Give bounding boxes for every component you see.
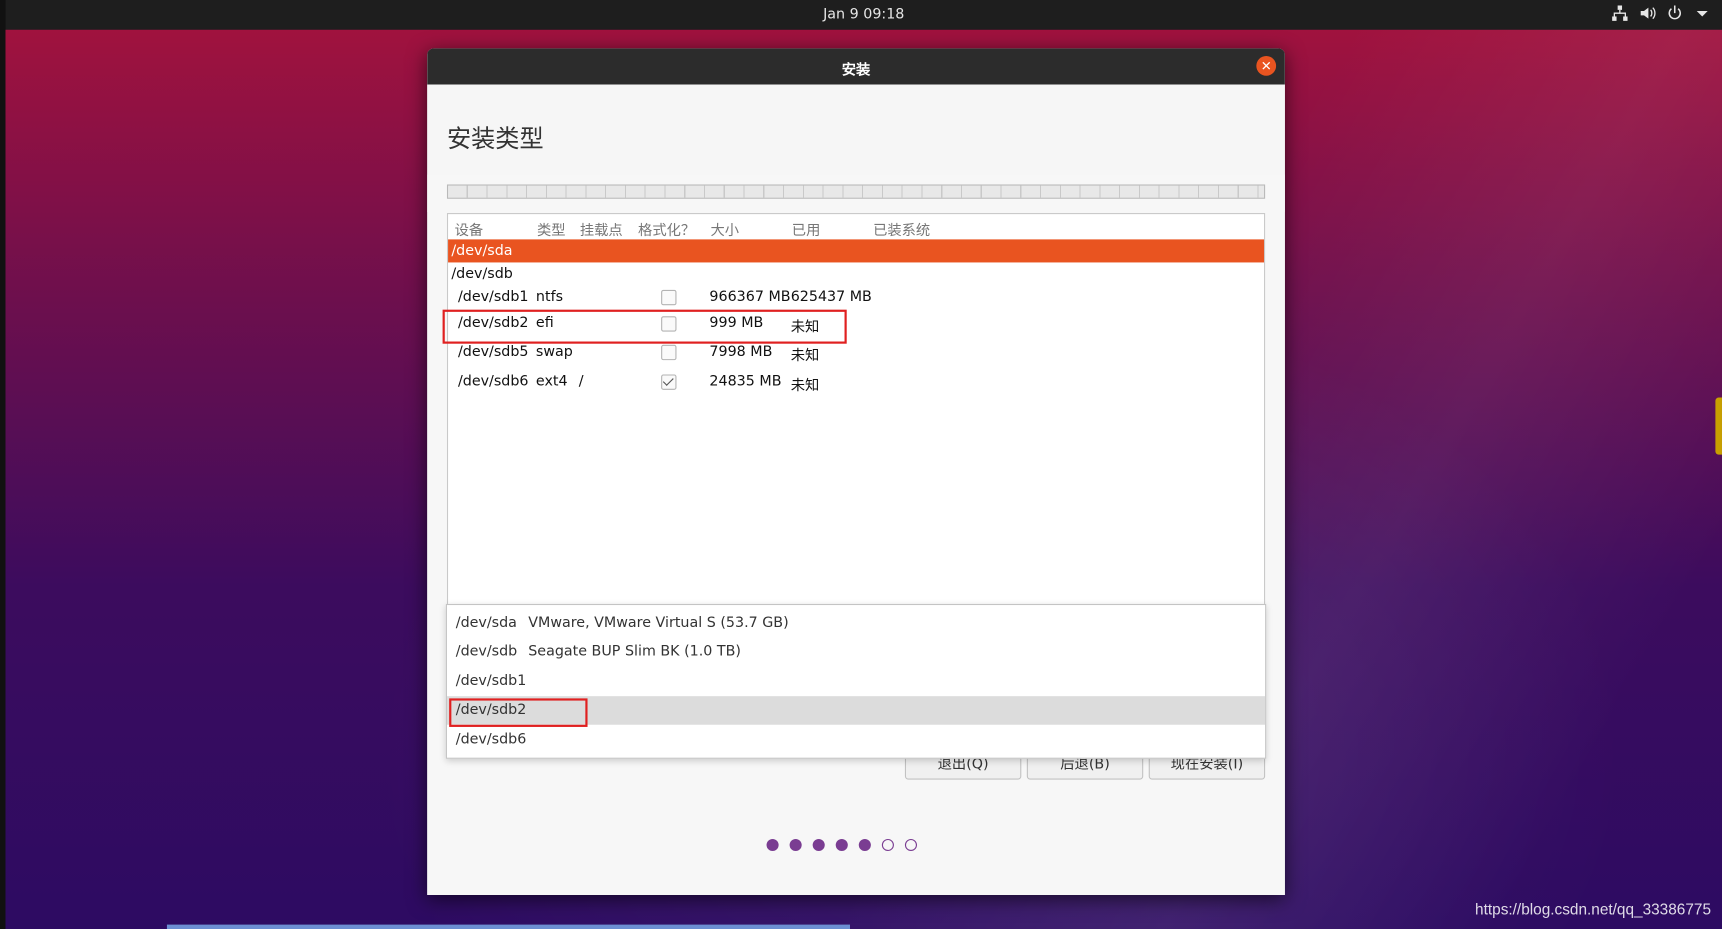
menu-item-sdb[interactable]: /dev/sdb Seagate BUP Slim BK (1.0 TB)	[447, 638, 1265, 667]
format-checkbox-checked[interactable]	[661, 374, 677, 390]
step-dot-pending	[881, 838, 894, 852]
menu-item-device: /dev/sdb	[455, 643, 518, 660]
column-header-device[interactable]: 设备	[455, 219, 484, 239]
clock[interactable]: Jan 9 09:18	[5, 7, 1721, 23]
format-checkbox[interactable]	[661, 289, 677, 306]
power-icon[interactable]	[1666, 4, 1684, 22]
table-row[interactable]: /dev/sdb5 swap 7998 MB 未知	[448, 340, 1264, 365]
menu-item-sdb1[interactable]: /dev/sdb1	[447, 668, 1265, 697]
column-header-os[interactable]: 已装系统	[873, 219, 930, 239]
cell-size: 24835 MB	[709, 373, 782, 390]
page-title: 安装类型	[446, 126, 544, 154]
step-dot-current	[858, 838, 871, 852]
highlight-box-efi-row	[442, 309, 847, 344]
format-checkbox[interactable]	[661, 344, 677, 361]
column-header-format[interactable]: 格式化？	[638, 219, 695, 239]
highlight-box-sdb2-item	[449, 698, 588, 727]
menu-item-description: Seagate BUP Slim BK (1.0 TB)	[528, 643, 741, 660]
watermark: https://blog.csdn.net/qq_33386775	[1475, 900, 1711, 919]
cell-mount: /	[578, 373, 584, 390]
step-indicator	[766, 838, 917, 852]
cell-device: /dev/sdb6	[457, 373, 529, 390]
cell-used: 未知	[790, 348, 820, 365]
menu-item-sda[interactable]: /dev/sda VMware, VMware Virtual S (53.7 …	[447, 609, 1265, 638]
table-row[interactable]: /dev/sdb	[448, 262, 1264, 285]
cell-size: 966367 MB	[709, 288, 791, 306]
cell-size: 7998 MB	[709, 343, 773, 361]
menu-item-device: /dev/sda	[455, 614, 517, 632]
cell-device: /dev/sdb5	[457, 343, 529, 361]
menu-item-device: /dev/sdb1	[455, 673, 527, 690]
cell-device: /dev/sda	[451, 242, 513, 260]
chevron-down-icon[interactable]	[1693, 4, 1711, 22]
volume-icon[interactable]	[1639, 4, 1657, 22]
installer-window: 安装 ✕ 安装类型 设备 类型 挂载点 格式化？ 大小 已用 已装系统 /dev…	[427, 48, 1285, 895]
window-title: 安装	[841, 62, 871, 80]
side-handle[interactable]	[1715, 397, 1722, 455]
partition-bar	[446, 184, 1266, 199]
partition-table[interactable]: 设备 类型 挂载点 格式化？ 大小 已用 已装系统 /dev/sda /dev/…	[446, 213, 1266, 607]
cell-used: 625437 MB	[790, 288, 872, 306]
menu-item-device: /dev/sdb6	[455, 731, 527, 748]
column-header-used[interactable]: 已用	[792, 219, 821, 239]
bootloader-device-menu[interactable]: /dev/sda VMware, VMware Virtual S (53.7 …	[445, 603, 1267, 759]
close-button[interactable]: ✕	[1256, 56, 1277, 76]
cell-used: 未知	[790, 377, 820, 395]
column-header-type[interactable]: 类型	[537, 219, 566, 239]
top-bar: Jan 9 09:18	[5, 0, 1722, 30]
table-header: 设备 类型 挂载点 格式化？ 大小 已用 已装系统	[448, 214, 1264, 239]
step-dot-done	[766, 838, 779, 852]
network-icon[interactable]	[1611, 4, 1629, 22]
column-header-size[interactable]: 大小	[711, 219, 740, 239]
menu-item-description: VMware, VMware Virtual S (53.7 GB)	[528, 614, 789, 632]
step-dot-done	[789, 838, 802, 852]
cell-type: ext4	[535, 373, 568, 390]
cell-device: /dev/sdb1	[457, 288, 529, 306]
step-dot-done	[812, 838, 825, 852]
taskbar-indicator	[166, 924, 851, 929]
step-dot-pending	[904, 838, 917, 852]
menu-item-sdb6[interactable]: /dev/sdb6	[447, 726, 1265, 755]
cell-type: ntfs	[535, 288, 564, 306]
step-dot-done	[835, 838, 848, 852]
table-row[interactable]: /dev/sdb1 ntfs 966367 MB 625437 MB	[448, 286, 1264, 309]
system-tray[interactable]	[1611, 4, 1711, 22]
table-row[interactable]: /dev/sdb6 ext4 / 24835 MB 未知	[448, 370, 1264, 395]
column-header-mount[interactable]: 挂载点	[580, 219, 623, 239]
close-icon: ✕	[1260, 58, 1272, 74]
cell-type: swap	[535, 343, 573, 361]
cell-device: /dev/sdb	[451, 265, 513, 283]
window-titlebar[interactable]: 安装 ✕	[427, 48, 1285, 85]
table-row[interactable]: /dev/sda	[448, 239, 1265, 263]
